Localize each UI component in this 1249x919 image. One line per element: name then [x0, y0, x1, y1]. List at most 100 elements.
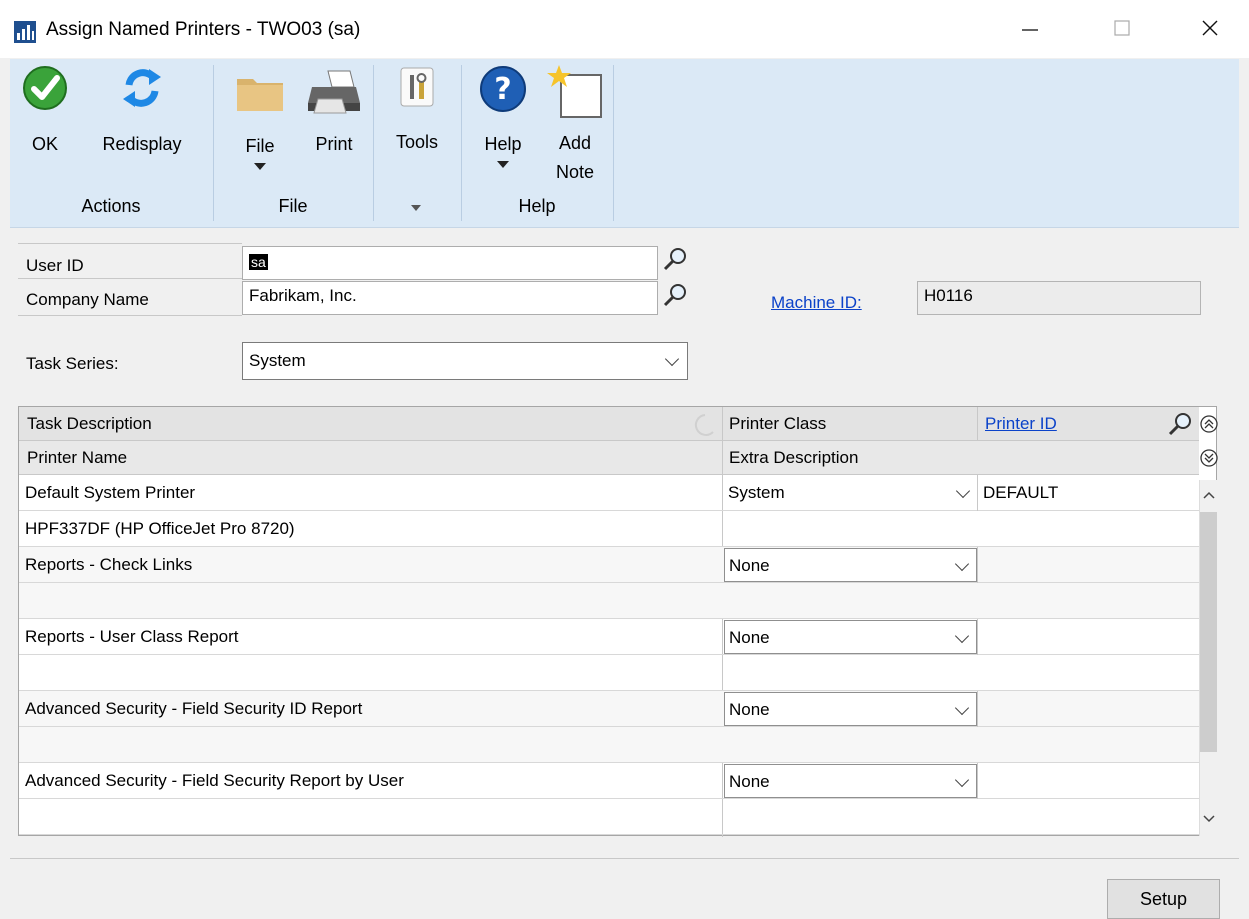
user-id-value: sa: [249, 254, 268, 270]
chevron-down-icon: [954, 772, 970, 788]
tools-dropdown-arrow-icon[interactable]: [411, 205, 421, 211]
table-row[interactable]: Reports - Check Links None: [19, 547, 1199, 583]
chevron-down-icon: [664, 351, 680, 367]
table-row-detail[interactable]: [19, 583, 1199, 619]
user-id-label-cell: User ID: [18, 243, 242, 279]
printer-id-cell[interactable]: DEFAULT: [983, 483, 1058, 503]
task-description-cell: Reports - User Class Report: [25, 627, 239, 646]
setup-button[interactable]: Setup: [1107, 879, 1220, 919]
footer-divider: [10, 858, 1239, 859]
task-description-cell: Default System Printer: [25, 483, 196, 502]
grid-header-row-1: Task Description Printer Class Printer I…: [19, 407, 1199, 441]
column-divider: [977, 407, 978, 441]
table-row[interactable]: Advanced Security - Field Security ID Re…: [19, 691, 1199, 727]
column-divider: [977, 547, 978, 583]
expand-rows-icon[interactable]: [1200, 447, 1218, 469]
printer-class-header: Printer Class: [729, 414, 827, 433]
title-bar: Assign Named Printers - TWO03 (sa): [0, 0, 1249, 58]
expand-column-icon[interactable]: [691, 412, 717, 438]
scroll-down-icon[interactable]: [1202, 812, 1216, 826]
ribbon-separator: [613, 65, 614, 221]
collapse-rows-icon[interactable]: [1200, 413, 1218, 435]
task-description-cell: Advanced Security - Field Security ID Re…: [25, 699, 363, 718]
machine-id-link[interactable]: Machine ID:: [771, 293, 862, 313]
chevron-down-icon: [954, 628, 970, 644]
print-label: Print: [315, 134, 353, 154]
printer-name-header: Printer Name: [27, 448, 128, 467]
help-group-label: Help: [518, 196, 556, 216]
task-description-cell: Reports - Check Links: [25, 555, 193, 574]
scroll-up-icon[interactable]: [1202, 488, 1216, 502]
file-group-label: File: [278, 196, 308, 216]
table-row-detail[interactable]: [19, 655, 1199, 691]
actions-group-label: Actions: [81, 196, 141, 216]
machine-id-field: H0116: [917, 281, 1201, 315]
extra-description-header: Extra Description: [729, 448, 859, 467]
task-series-value: System: [249, 351, 306, 370]
task-description-header: Task Description: [27, 414, 152, 433]
column-divider: [722, 441, 723, 475]
svg-text:?: ?: [494, 72, 511, 107]
folder-icon: [237, 79, 283, 111]
table-row[interactable]: Default System Printer System DEFAULT: [19, 475, 1199, 511]
minimize-icon: [1022, 29, 1038, 31]
help-button[interactable]: ? Help: [472, 65, 534, 168]
file-menu-button[interactable]: File: [230, 73, 290, 170]
printer-class-value: System: [728, 483, 785, 502]
printer-class-value: None: [729, 628, 770, 647]
ok-button[interactable]: OK: [14, 65, 76, 157]
print-button[interactable]: Print: [302, 69, 366, 157]
tools-icon: [400, 67, 434, 107]
column-divider: [977, 763, 978, 799]
column-divider: [977, 691, 978, 727]
scrollbar-thumb[interactable]: [1200, 512, 1217, 752]
column-divider: [977, 475, 978, 511]
maximize-icon: [1114, 20, 1130, 36]
table-row-detail[interactable]: [19, 799, 1199, 835]
table-row-detail[interactable]: [19, 727, 1199, 763]
chevron-down-icon: [954, 556, 970, 572]
company-name-label-cell: Company Name: [18, 280, 242, 316]
chevron-down-icon: [955, 483, 971, 499]
ribbon-group-help: ? Help Add Note Help: [462, 59, 612, 227]
printer-class-value: None: [729, 700, 770, 719]
minimize-button[interactable]: [1000, 8, 1060, 48]
table-row[interactable]: Advanced Security - Field Security Repor…: [19, 763, 1199, 799]
help-icon: ?: [480, 66, 526, 112]
table-row[interactable]: Reports - User Class Report None: [19, 619, 1199, 655]
company-name-input[interactable]: Fabrikam, Inc.: [242, 281, 658, 315]
printer-class-select[interactable]: None: [724, 692, 977, 726]
machine-id-value: H0116: [924, 286, 973, 305]
column-divider: [722, 407, 723, 441]
add-note-label: Add Note: [555, 133, 595, 182]
user-id-input[interactable]: sa: [242, 246, 658, 280]
task-series-select[interactable]: System: [242, 342, 688, 380]
note-icon: [547, 65, 602, 118]
printer-class-select[interactable]: None: [724, 620, 977, 654]
chevron-down-icon: [254, 163, 266, 170]
ribbon-group-tools: Tools: [374, 59, 460, 227]
maximize-button[interactable]: [1092, 8, 1152, 48]
setup-label: Setup: [1139, 888, 1188, 909]
printer-id-lookup-icon[interactable]: [1167, 411, 1193, 437]
printer-id-header-link[interactable]: Printer ID: [985, 414, 1057, 434]
printer-class-value: None: [729, 556, 770, 575]
close-button[interactable]: [1180, 8, 1240, 48]
printer-class-select[interactable]: None: [724, 548, 977, 582]
ok-label: OK: [31, 134, 58, 154]
redisplay-label: Redisplay: [102, 134, 182, 154]
table-row-detail[interactable]: HPF337DF (HP OfficeJet Pro 8720): [19, 511, 1199, 547]
add-note-button[interactable]: Add Note: [542, 63, 608, 187]
printer-class-select[interactable]: None: [724, 764, 977, 798]
redisplay-button[interactable]: Redisplay: [92, 65, 192, 157]
close-icon: [1202, 20, 1218, 36]
tools-button[interactable]: Tools: [386, 67, 448, 155]
company-lookup-icon[interactable]: [662, 282, 688, 308]
printer-name-cell: HPF337DF (HP OfficeJet Pro 8720): [25, 519, 295, 538]
printer-class-select[interactable]: System: [724, 476, 979, 510]
user-id-lookup-icon[interactable]: [662, 246, 688, 272]
printer-class-value: None: [729, 772, 770, 791]
ribbon-group-actions: OK Redisplay Actions: [10, 59, 212, 227]
company-name-value: Fabrikam, Inc.: [249, 286, 357, 305]
chevron-down-icon: [497, 161, 509, 168]
